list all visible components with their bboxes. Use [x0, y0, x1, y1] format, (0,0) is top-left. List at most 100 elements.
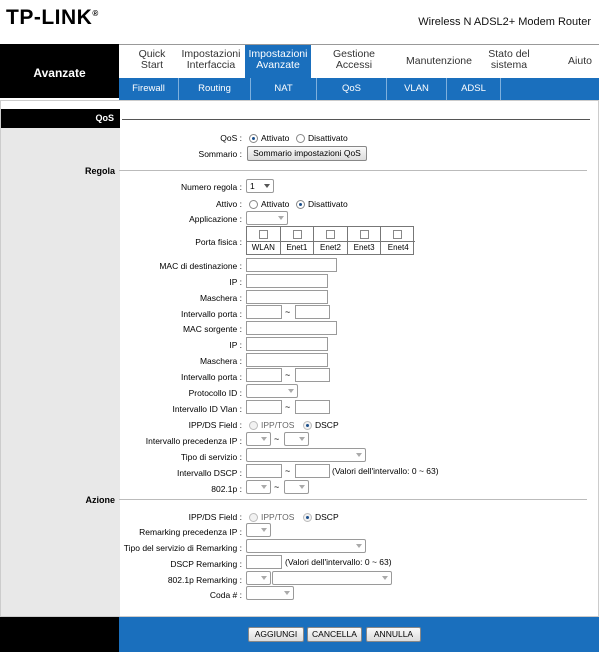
p8021-end-select[interactable]	[284, 480, 309, 494]
p8021-remark-value-select[interactable]	[272, 571, 392, 585]
queue-select[interactable]	[246, 586, 294, 600]
dscp-end-input[interactable]	[295, 464, 330, 478]
menu-label: sistema	[490, 59, 528, 71]
menu-gestione-accessi[interactable]: Gestione Accessi	[319, 49, 389, 71]
menu-label: Manutenzione	[406, 55, 472, 67]
ippds-label: IPP/DS Field :	[188, 420, 242, 430]
menu-impostazioni-avanzate[interactable]: Impostazioni Avanzate	[245, 45, 311, 78]
menu-aiuto[interactable]: Aiuto	[563, 56, 597, 67]
delete-button[interactable]: CANCELLA	[307, 627, 362, 642]
protocol-id-label: Protocollo ID :	[188, 388, 242, 398]
src-mac-input[interactable]	[246, 321, 337, 335]
dscp-start-input[interactable]	[246, 464, 282, 478]
range-separator: ~	[285, 307, 291, 317]
qos-on-label: Attivato	[261, 133, 290, 143]
dscp-remark-input[interactable]	[246, 555, 282, 569]
ipptos-radio[interactable]	[249, 421, 258, 430]
src-mask-label: Maschera :	[199, 356, 242, 366]
chevron-down-icon	[261, 437, 267, 441]
dest-mask-input[interactable]	[246, 290, 328, 304]
dscp-range-note: (Valori dell'intervallo: 0 ~ 63)	[332, 466, 439, 476]
main-menu: Quick Start Impostazioni Interfaccia Imp…	[119, 44, 599, 78]
port-enet1: Enet1	[280, 227, 315, 254]
chevron-down-icon	[264, 184, 270, 188]
port-enet3-checkbox[interactable]	[359, 230, 369, 239]
menu-quick-start[interactable]: Quick Start	[125, 49, 179, 71]
chevron-down-icon	[278, 216, 284, 220]
action-dscp-radio[interactable]	[303, 513, 312, 522]
dscp-range-label: Intervallo DSCP :	[176, 468, 242, 478]
rule-number-value: 1	[250, 181, 255, 191]
rule-active-on-radio[interactable]	[249, 200, 258, 209]
range-separator: ~	[285, 370, 291, 380]
remark-tos-select[interactable]	[246, 539, 366, 553]
src-port-end-input[interactable]	[295, 368, 330, 382]
port-label: Enet3	[347, 241, 381, 254]
physical-port-table: WLAN Enet1 Enet2 Enet3 Enet4	[246, 226, 415, 255]
divider	[119, 499, 587, 500]
divider	[119, 170, 587, 171]
dest-mask-label: Maschera :	[199, 293, 242, 303]
submenu-qos[interactable]: QoS	[317, 78, 387, 100]
chevron-down-icon	[261, 528, 267, 532]
qos-summary-button[interactable]: Sommario impostazioni QoS	[247, 146, 367, 161]
port-enet2: Enet2	[314, 227, 348, 254]
dest-port-end-input[interactable]	[295, 305, 330, 319]
application-select[interactable]	[246, 211, 288, 225]
vlan-end-input[interactable]	[295, 400, 330, 414]
submenu-routing[interactable]: Routing	[179, 78, 251, 100]
rule-active-off-radio[interactable]	[296, 200, 305, 209]
submenu-adsl[interactable]: ADSL	[447, 78, 501, 100]
menu-manutenzione[interactable]: Manutenzione	[401, 56, 477, 67]
application-label: Applicazione :	[189, 214, 242, 224]
submenu-firewall[interactable]: Firewall	[119, 78, 179, 100]
router-model: Wireless N ADSL2+ Modem Router	[418, 16, 591, 28]
p8021-remark-select[interactable]	[246, 571, 271, 585]
protocol-id-select[interactable]	[246, 384, 298, 398]
dest-ip-input[interactable]	[246, 274, 328, 288]
src-mask-input[interactable]	[246, 353, 328, 367]
menu-stato-del-sistema[interactable]: Stato del sistema	[481, 49, 537, 71]
chevron-down-icon	[356, 453, 362, 457]
ipptos-label: IPP/TOS	[261, 420, 295, 430]
qos-off-radio[interactable]	[296, 134, 305, 143]
section-name: Avanzate	[33, 66, 86, 80]
port-enet2-checkbox[interactable]	[326, 230, 336, 239]
rule-number-select[interactable]: 1	[246, 179, 274, 193]
action-ipptos-radio[interactable]	[249, 513, 258, 522]
qos-on-radio[interactable]	[249, 134, 258, 143]
port-enet4-checkbox[interactable]	[393, 230, 403, 239]
menu-impostazioni-interfaccia[interactable]: Impostazioni Interfaccia	[177, 49, 245, 71]
src-port-start-input[interactable]	[246, 368, 282, 382]
remark-precedence-select[interactable]	[246, 523, 271, 537]
submenu-nat[interactable]: NAT	[251, 78, 317, 100]
ip-precedence-start-select[interactable]	[246, 432, 271, 446]
dest-port-start-input[interactable]	[246, 305, 282, 319]
menu-label: Avanzate	[256, 59, 300, 71]
tos-select[interactable]	[246, 448, 366, 462]
chevron-down-icon	[382, 576, 388, 580]
range-separator: ~	[274, 482, 280, 492]
src-ip-input[interactable]	[246, 337, 328, 351]
action-ipptos-label: IPP/TOS	[261, 512, 295, 522]
qos-label: QoS :	[220, 133, 242, 143]
ip-precedence-end-select[interactable]	[284, 432, 309, 446]
dscp-radio[interactable]	[303, 421, 312, 430]
footer-left-block	[0, 617, 119, 652]
p8021-start-select[interactable]	[246, 480, 271, 494]
vlan-start-input[interactable]	[246, 400, 282, 414]
src-port-range-label: Intervallo porta :	[181, 372, 242, 382]
port-enet1-checkbox[interactable]	[292, 230, 302, 239]
divider	[122, 119, 590, 120]
sub-menu: Firewall Routing NAT QoS VLAN ADSL	[119, 78, 599, 100]
menu-label: Start	[140, 59, 164, 71]
port-label: WLAN	[247, 241, 280, 254]
cancel-button[interactable]: ANNULLA	[366, 627, 421, 642]
dest-mac-input[interactable]	[246, 258, 337, 272]
chevron-down-icon	[288, 389, 294, 393]
submenu-vlan[interactable]: VLAN	[387, 78, 447, 100]
add-button[interactable]: AGGIUNGI	[248, 627, 304, 642]
port-wlan-checkbox[interactable]	[259, 230, 268, 239]
physical-port-label: Porta fisica :	[195, 237, 242, 247]
remark-tos-label: Tipo del servizio di Remarking :	[123, 543, 242, 553]
